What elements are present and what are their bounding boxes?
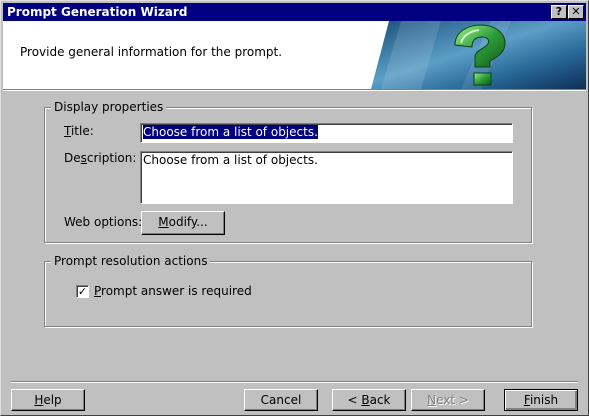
title-bar[interactable]: Prompt Generation Wizard ? ✕ bbox=[3, 3, 586, 21]
display-properties-label: Display properties bbox=[51, 100, 167, 114]
description-textarea[interactable]: Choose from a list of objects. bbox=[140, 151, 513, 204]
description-field-label: Description: bbox=[64, 151, 137, 165]
back-button[interactable]: < Back bbox=[332, 389, 406, 411]
close-button[interactable]: ✕ bbox=[568, 5, 584, 19]
wizard-banner-question-icon bbox=[371, 21, 586, 89]
cancel-button[interactable]: Cancel bbox=[244, 389, 318, 411]
modify-button[interactable]: Modify... bbox=[141, 211, 225, 235]
checkmark-icon: ✓ bbox=[77, 285, 88, 298]
prompt-required-label[interactable]: Prompt answer is required bbox=[94, 284, 252, 298]
help-titlebar-button[interactable]: ? bbox=[551, 5, 567, 19]
help-button[interactable]: Help bbox=[11, 389, 85, 411]
title-field-label: Title: bbox=[64, 124, 94, 138]
description-textarea-value: Choose from a list of objects. bbox=[143, 153, 318, 167]
prompt-resolution-label: Prompt resolution actions bbox=[51, 254, 211, 268]
window-title: Prompt Generation Wizard bbox=[7, 5, 188, 19]
header-separator bbox=[3, 90, 586, 91]
prompt-required-checkbox[interactable]: ✓ bbox=[76, 285, 89, 298]
finish-button[interactable]: Finish bbox=[504, 389, 578, 411]
footer-separator-highlight bbox=[11, 382, 578, 383]
close-icon: ✕ bbox=[571, 5, 581, 18]
question-icon: ? bbox=[555, 5, 563, 18]
header-subtitle: Provide general information for the prom… bbox=[20, 45, 283, 59]
wizard-window: Prompt Generation Wizard ? ✕ Provide gen… bbox=[0, 0, 589, 416]
title-input-value: Choose from a list of objects. bbox=[143, 125, 318, 139]
web-options-label: Web options: bbox=[64, 215, 143, 229]
wizard-header: Provide general information for the prom… bbox=[3, 21, 586, 90]
next-button[interactable]: Next > bbox=[411, 389, 485, 411]
title-input[interactable]: Choose from a list of objects. bbox=[140, 123, 513, 143]
